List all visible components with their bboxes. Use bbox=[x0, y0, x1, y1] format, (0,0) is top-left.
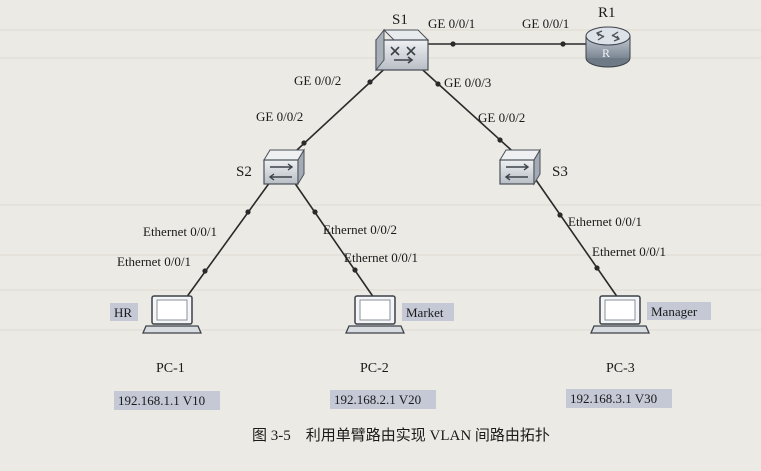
core-switch-icon bbox=[375, 28, 430, 72]
laptop-icon bbox=[345, 295, 405, 334]
port-label-s1-r1-b: GE 0/0/1 bbox=[522, 16, 569, 31]
ip-label-pc1: 192.168.1.1 V10 bbox=[118, 393, 205, 408]
port-dot-s2-pc1-b bbox=[202, 268, 208, 274]
device-label-s1: S1 bbox=[392, 12, 408, 28]
port-dot-s3-pc3-b bbox=[594, 265, 600, 271]
port-label-s3-pc3-b: Ethernet 0/0/1 bbox=[592, 244, 666, 259]
switch-icon bbox=[499, 148, 541, 186]
port-dot-s2-pc2-a bbox=[312, 209, 318, 215]
switch-s3: S3 bbox=[499, 148, 568, 186]
figure-caption: 图 3-5 利用单臂路由实现 VLAN 间路由拓扑 bbox=[252, 427, 550, 444]
port-label-s3-pc3-a: Ethernet 0/0/1 bbox=[568, 214, 642, 229]
background-texture bbox=[0, 29, 761, 331]
router-r1: R R1 bbox=[585, 5, 631, 68]
port-label-s1-r1-a: GE 0/0/1 bbox=[428, 16, 475, 31]
port-label-s2-pc1-b: Ethernet 0/0/1 bbox=[117, 254, 191, 269]
switch-s2: S2 bbox=[236, 148, 305, 186]
ip-label-pc2: 192.168.2.1 V20 bbox=[334, 392, 421, 407]
port-dot-s1-s2-a bbox=[367, 79, 373, 85]
pc-2: Market PC-2 192.168.2.1 V20 bbox=[330, 295, 454, 409]
port-dot-s3-pc3-a bbox=[557, 212, 563, 218]
port-dot-s1-r1-b bbox=[560, 41, 566, 47]
device-label-s2: S2 bbox=[236, 164, 252, 180]
laptop-icon bbox=[590, 295, 650, 334]
core-switch-s1: S1 bbox=[375, 12, 430, 72]
ip-label-pc3: 192.168.3.1 V30 bbox=[570, 391, 657, 406]
pc-tag-manager: Manager bbox=[651, 304, 698, 319]
topology-canvas: GE 0/0/1 GE 0/0/1 GE 0/0/2 GE 0/0/2 GE 0… bbox=[0, 5, 761, 444]
pc-1: HR PC-1 192.168.1.1 V10 bbox=[110, 295, 220, 410]
switch-icon bbox=[263, 148, 305, 186]
port-label-s1-s3-b: GE 0/0/2 bbox=[478, 110, 525, 125]
device-label-pc3: PC-3 bbox=[606, 361, 635, 376]
port-label-s2-pc2-b: Ethernet 0/0/1 bbox=[344, 250, 418, 265]
port-label-s1-s2-b: GE 0/0/2 bbox=[256, 109, 303, 124]
link-s2-pc2 bbox=[293, 181, 375, 299]
device-label-s3: S3 bbox=[552, 164, 568, 180]
pc-3: Manager PC-3 192.168.3.1 V30 bbox=[566, 295, 711, 408]
pc-tag-hr: HR bbox=[114, 305, 132, 320]
router-icon: R bbox=[585, 26, 631, 68]
port-label-s2-pc1-a: Ethernet 0/0/1 bbox=[143, 224, 217, 239]
router-glyph-r: R bbox=[602, 46, 610, 60]
pc-tag-market: Market bbox=[406, 305, 444, 320]
port-label-s2-pc2-a: Ethernet 0/0/2 bbox=[323, 222, 397, 237]
device-label-r1: R1 bbox=[598, 5, 616, 21]
port-dot-s1-s2-b bbox=[301, 140, 307, 146]
link-s3-pc3 bbox=[535, 179, 619, 299]
link-s2-pc1 bbox=[185, 181, 271, 299]
device-label-pc2: PC-2 bbox=[360, 361, 389, 376]
port-dot-s2-pc1-a bbox=[245, 209, 251, 215]
laptop-icon bbox=[142, 295, 202, 334]
device-label-pc1: PC-1 bbox=[156, 361, 185, 376]
port-dot-s1-s3-a bbox=[435, 81, 441, 87]
port-dot-s1-s3-b bbox=[497, 137, 503, 143]
port-dot-s2-pc2-b bbox=[352, 267, 358, 273]
port-label-s1-s3-a: GE 0/0/3 bbox=[444, 75, 491, 90]
port-dot-s1-r1-a bbox=[450, 41, 456, 47]
network-topology-diagram: GE 0/0/1 GE 0/0/1 GE 0/0/2 GE 0/0/2 GE 0… bbox=[0, 0, 761, 466]
port-label-s1-s2-a: GE 0/0/2 bbox=[294, 73, 341, 88]
